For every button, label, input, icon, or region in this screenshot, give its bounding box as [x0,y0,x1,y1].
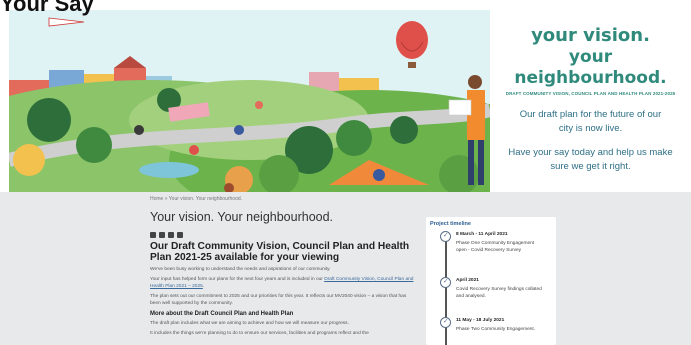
check-circle-icon [440,277,451,288]
facebook-icon[interactable] [150,232,156,238]
hero-banner: your vision. your neighbourhood. DRAFT C… [9,10,691,192]
twitter-icon[interactable] [159,232,165,238]
timeline-date: 11 May - 18 July 2021 [456,318,505,323]
timeline-desc: Phase Two Community Engagement. [456,327,536,332]
paragraph-input-end: . [202,284,205,289]
page-title-overlay: Your Say [0,0,94,16]
breadcrumb[interactable]: Home » Your vision. Your neighbourhood. [150,196,242,202]
check-circle-icon [440,231,451,242]
hero-subtitle: DRAFT COMMUNITY VISION, COUNCIL PLAN AND… [505,91,676,96]
paragraph-intro: We've been busy working to understand th… [150,267,331,272]
hero-headline-line2: your neighbourhood. [514,47,667,88]
check-circle-icon [440,317,451,328]
paragraph-services: It includes the things we're planning to… [150,331,369,336]
section-heading: Our Draft Community Vision, Council Plan… [150,241,410,263]
hero-body-text: Our draft plan for the future of our cit… [519,109,662,134]
project-timeline: Project timeline 8 March - 11 April 2021… [426,217,556,345]
linkedin-icon[interactable] [168,232,174,238]
main-content: Your vision. Your neighbourhood. Our Dra… [150,206,415,337]
park-illustration [9,10,490,192]
hero-illustration [9,10,490,192]
paragraph-input: Your input has helped form our plans for… [150,276,415,290]
page-title: Your vision. Your neighbourhood. [150,210,334,224]
page-body: Home » Your vision. Your neighbourhood. … [0,192,691,345]
share-icons [150,232,415,238]
timeline-title: Project timeline [430,221,471,227]
timeline-date: April 2021 [456,278,479,283]
timeline-desc: Covid Recovery Survey findings collated … [456,287,542,299]
email-icon[interactable] [177,232,183,238]
timeline-date: 8 March - 11 April 2021 [456,232,508,237]
timeline-desc: Phase One Community Engagement open - Co… [456,241,535,253]
hero-call-to-action: Have your say today and help us make sur… [508,147,673,172]
paragraph-input-text: Your input has helped form our plans for… [150,277,325,282]
subheading: More about the Draft Council Plan and He… [150,311,294,317]
paragraph-commitment: The plan sets out our commitment to 2025… [150,294,407,306]
paragraph-aims: The draft plan includes what we are aimi… [150,321,349,326]
hero-headline-line1: your vision. [531,25,650,46]
timeline-line [445,237,447,345]
hero-text-panel: your vision. your neighbourhood. DRAFT C… [490,10,691,192]
